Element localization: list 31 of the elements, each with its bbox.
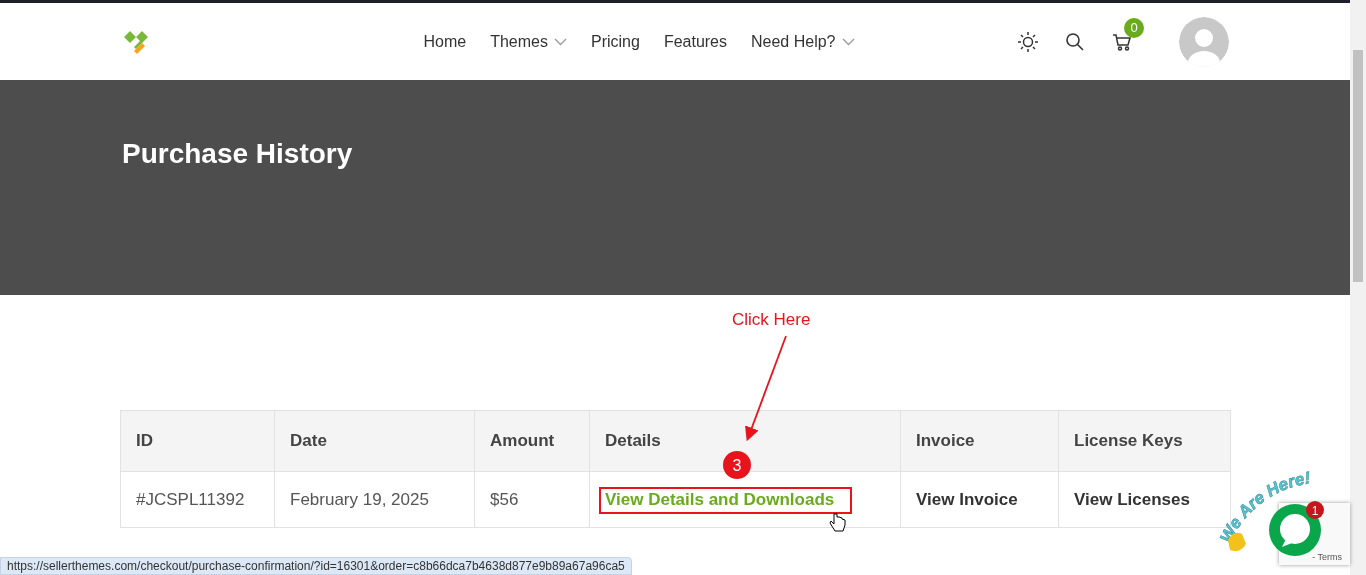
logo-icon[interactable] xyxy=(122,28,150,55)
column-header: ID xyxy=(136,431,153,450)
column-header: Amount xyxy=(490,431,555,450)
nav-link[interactable]: Pricing xyxy=(590,32,640,51)
table-cell-text: #JCSPL11392 xyxy=(136,489,245,509)
chat-bubble-icon[interactable] xyxy=(1269,504,1321,556)
cart-icon[interactable] xyxy=(1112,31,1132,52)
column-header: Date xyxy=(290,431,327,450)
column-header: Details xyxy=(605,431,661,450)
nav-link[interactable]: Need Help? xyxy=(751,32,855,51)
table-cell-text: February 19, 2025 xyxy=(290,489,429,509)
avatar-icon[interactable] xyxy=(1179,16,1229,67)
step-badge: 3 xyxy=(723,451,751,479)
nav-link[interactable]: Home xyxy=(423,32,467,51)
unread-count-badge: 1 xyxy=(1306,501,1324,519)
callout-label: Click Here xyxy=(732,310,811,329)
chevron-down-icon[interactable] xyxy=(841,37,855,46)
page-title: Purchase History xyxy=(122,138,353,170)
column-header: Invoice xyxy=(916,431,975,450)
table-cell-text: $56 xyxy=(490,489,519,509)
sun-icon[interactable] xyxy=(1018,31,1038,52)
scrollbar-thumb[interactable] xyxy=(1353,50,1363,282)
cart-count-badge: 0 xyxy=(1124,17,1144,38)
column-header: License Keys xyxy=(1074,431,1183,450)
nav-link[interactable]: Features xyxy=(663,32,727,51)
hand-cursor-icon xyxy=(829,513,846,532)
status-bar-url: https://sellerthemes.com/checkout/purchase-confirmation/?id=16301&order=c8b66dca7b4638d877e9b89a67a96ca5 xyxy=(0,557,632,575)
chevron-down-icon[interactable] xyxy=(553,37,567,46)
nav-link[interactable]: Themes xyxy=(490,32,567,51)
search-icon[interactable] xyxy=(1065,31,1085,52)
recaptcha-links[interactable]: - Terms xyxy=(1312,552,1350,565)
